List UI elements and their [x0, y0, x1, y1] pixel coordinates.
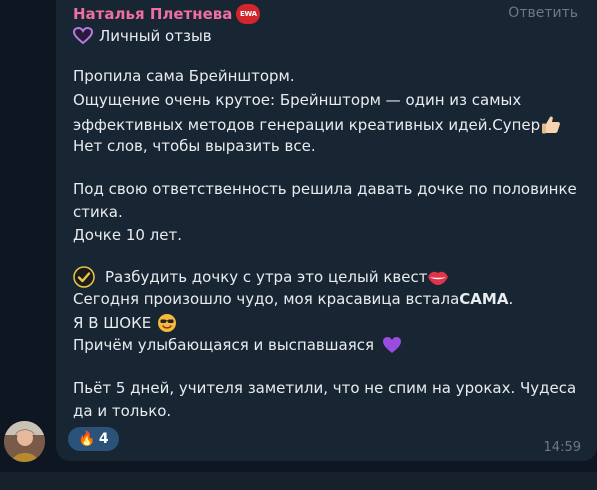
reply-button[interactable]: Ответить	[508, 5, 578, 21]
bottom-bar	[0, 472, 597, 490]
message-text: Дочке 10 лет.	[73, 226, 182, 244]
message-text: Пропила сама Брейншторм.	[73, 67, 295, 85]
message-text: Пьёт 5 дней, учителя заметили, что не сп…	[73, 379, 577, 397]
check-badge-icon	[73, 266, 95, 288]
message-line: Разбудить дочку с утра это целый квест	[73, 266, 449, 288]
message-line: Дочке 10 лет.	[73, 226, 182, 244]
sunglasses-smile-icon	[157, 313, 177, 333]
message-text: Ощущение очень крутое: Брейншторм — один…	[73, 91, 522, 109]
message-line: эффективных методов генерации креативных…	[73, 114, 562, 136]
thumbs-up-icon	[540, 114, 562, 136]
message-text: Я В ШОКЕ	[73, 314, 152, 332]
purple-heart-icon	[382, 336, 402, 354]
message-text: да и только.	[73, 402, 172, 420]
reaction-button[interactable]: 🔥 4	[68, 427, 119, 451]
message-text: Личный отзыв	[99, 27, 212, 45]
avatar[interactable]	[4, 421, 45, 462]
message-time: 14:59	[543, 440, 581, 455]
message-text: Сегодня произошло чудо, моя красавица вс…	[73, 290, 460, 308]
message-bubble: Наталья Плетнева EWA Ответить Личный отз…	[56, 0, 597, 461]
sender-name[interactable]: Наталья Плетнева	[73, 5, 232, 23]
message-header: Наталья Плетнева EWA	[73, 3, 261, 25]
message-line: Ощущение очень крутое: Брейншторм — один…	[73, 91, 521, 109]
message-line: Личный отзыв	[73, 27, 212, 45]
message-line: Пропила сама Брейншторм.	[73, 67, 295, 85]
message-line: Причём улыбающаяся и выспавшаяся	[73, 336, 402, 354]
message-text: стика.	[73, 203, 123, 221]
message-line: Я В ШОКЕ	[73, 313, 177, 333]
message-line: стика.	[73, 203, 123, 221]
message-line: Сегодня произошло чудо, моя красавица вс…	[73, 290, 513, 308]
message-text: Разбудить дочку с утра это целый квест	[105, 268, 428, 286]
message-text: Под свою ответственность решила давать д…	[73, 180, 577, 198]
purple-heart-outline-icon	[73, 27, 93, 45]
message-line: Нет слов, чтобы выразить все.	[73, 137, 316, 155]
message-text: .	[508, 290, 514, 308]
message-line: да и только.	[73, 402, 171, 420]
message-line: Пьёт 5 дней, учителя заметили, что не сп…	[73, 379, 576, 397]
message-text: эффективных методов генерации креативных…	[73, 116, 541, 134]
message-line: Под свою ответственность решила давать д…	[73, 180, 577, 198]
reaction-count: 4	[98, 431, 109, 447]
message-text: Причём улыбающаяся и выспавшаяся	[73, 336, 374, 354]
sender-badge-icon: EWA	[236, 4, 261, 24]
lips-icon	[427, 268, 449, 286]
message-text: Нет слов, чтобы выразить все.	[73, 137, 316, 155]
message-bold-text: САМА	[459, 290, 509, 308]
fire-icon: 🔥	[78, 431, 96, 447]
